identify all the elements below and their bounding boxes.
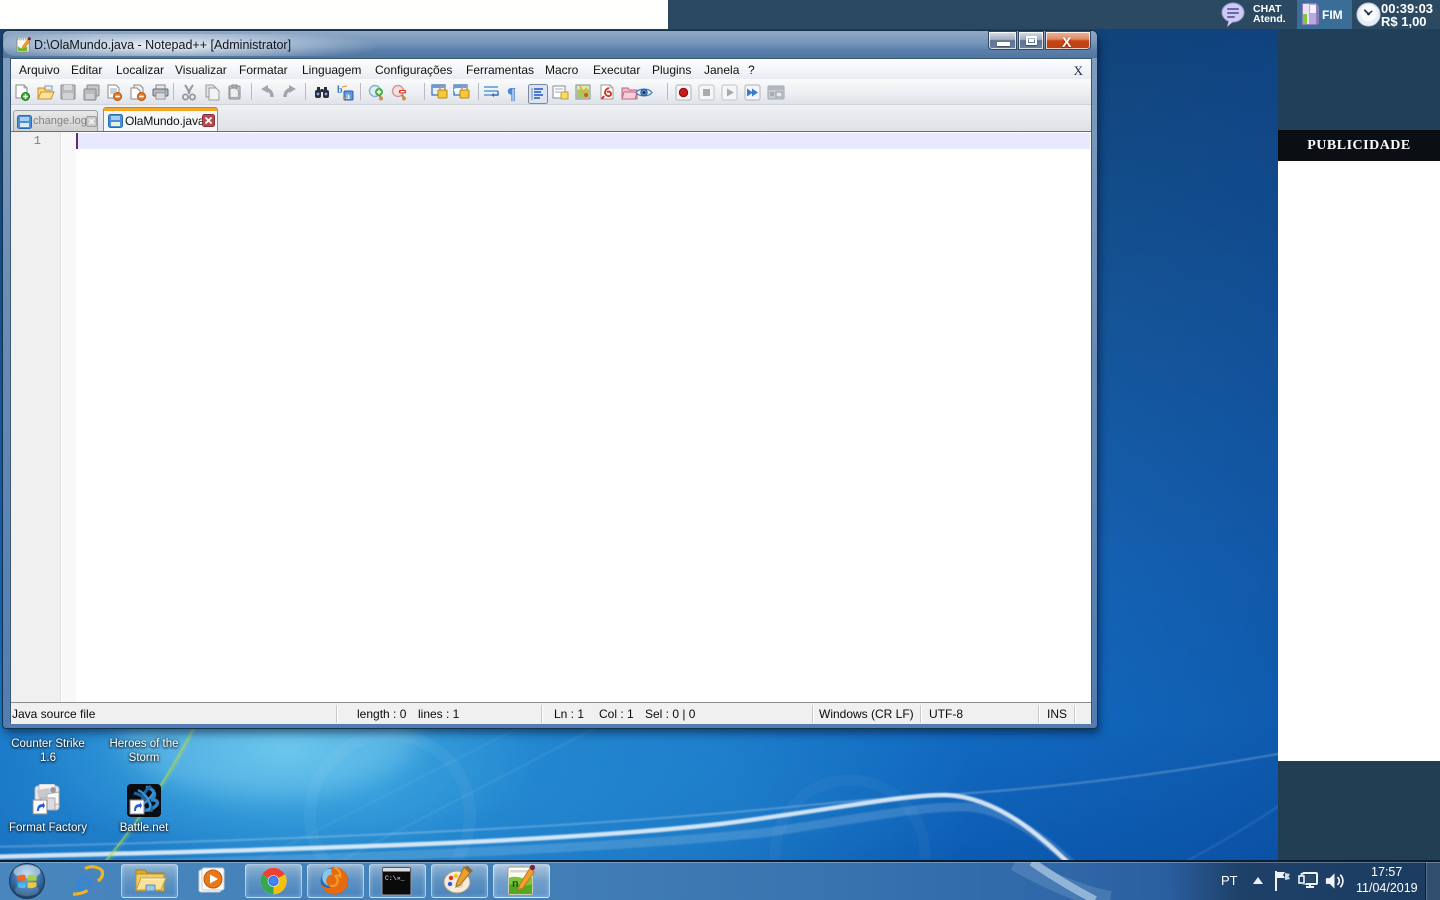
svg-text:C:\»_: C:\»_ [385,875,405,882]
svg-text:¶: ¶ [507,84,516,102]
svg-text:a: a [346,91,351,101]
svg-text:n: n [512,879,519,891]
